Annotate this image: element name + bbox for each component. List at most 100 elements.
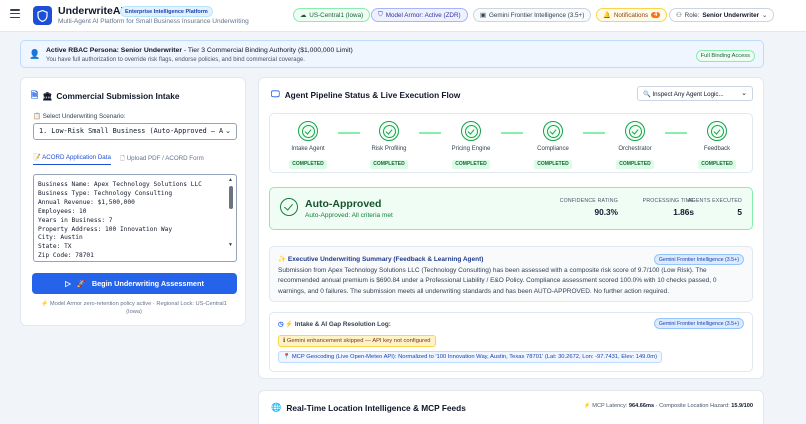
step-status: COMPLETED [289,159,327,169]
step-name: Compliance [537,146,569,152]
check-circle-icon [461,121,481,141]
clock-icon: ◷ [278,321,284,328]
bell-icon: 🔔 [603,12,611,19]
pipeline-card: 🖵 Agent Pipeline Status & Live Execution… [258,77,764,379]
tab-upload-label: Upload PDF / ACORD Form [126,155,204,162]
model-armor-footnote: ⚡ Model Armor zero-retention policy acti… [33,300,235,316]
bolt-icon: ⚡ [41,301,49,307]
banner-title-rest: - Tier 3 Commercial Binding Authority ($… [181,47,353,54]
sparkle-icon: ✨ [278,256,287,263]
summary-title: ✨ Executive Underwriting Summary (Feedba… [278,255,483,263]
summary-title-text: Executive Underwriting Summary (Feedback… [287,256,484,263]
tab-upload-pdf[interactable]: 🗋 Upload PDF / ACORD Form [120,153,204,164]
step-status: COMPLETED [616,159,654,169]
building-icon: 🏛 [42,91,53,101]
pipeline-step-pricing[interactable]: Pricing Engine COMPLETED [441,121,501,170]
app-subtitle: Multi-Agent AI Platform for Small Busine… [58,18,249,25]
acord-data-lines: Business Name: Apex Technology Solutions… [38,181,202,261]
pipeline-step-feedback[interactable]: Feedback COMPLETED [687,121,747,170]
scroll-down-arrow-icon[interactable]: ▼ [228,242,233,248]
confidence-value: 90.3% [594,207,618,217]
pin-icon: 📍 [283,354,291,360]
globe-icon: 🌐 [271,402,282,412]
region-pill: ☁ US-Central1 (Iowa) [293,8,371,22]
clipboard-icon: 📋 [33,113,41,120]
acord-data-textarea[interactable]: Business Name: Apex Technology Solutions… [33,174,237,262]
step-status: COMPLETED [370,159,408,169]
step-name: Risk Profiling [371,146,407,152]
processing-time-label: PROCESSING TIME [642,198,694,204]
log-title-text: Intake & AI Gap Resolution Log: [294,321,391,328]
chevron-down-icon: ⌄ [762,11,768,19]
pipeline-step-risk[interactable]: Risk Profiling COMPLETED [359,121,419,170]
decision-title: Auto-Approved [305,198,382,210]
scenario-select[interactable]: 1. Low-Risk Small Business (Auto-Approve… [33,123,237,140]
agent-pipeline: Intake Agent COMPLETED Risk Profiling CO… [269,113,753,173]
latency-value: 964.66ms [628,403,655,409]
summary-body: Submission from Apex Technology Solution… [278,267,717,295]
summary-model-badge: Gemini Frontier Intelligence (3.5+) [653,254,744,265]
notifications-label: Notifications [613,11,649,19]
step-connector [583,132,605,134]
inspect-agent-label: Inspect Any Agent Logic... [652,91,724,98]
scroll-up-arrow-icon[interactable]: ▲ [228,177,233,183]
tab-acord-data[interactable]: 📝 ACORD Application Data [33,153,111,165]
pipeline-step-compliance[interactable]: Compliance COMPLETED [523,121,583,170]
step-name: Pricing Engine [451,146,491,152]
banner-title-bold: Active RBAC Persona: Senior Underwriter [46,47,182,54]
form-line: Property Address: 100 Innovation Way [38,225,173,233]
chevron-down-icon: ⌄ [741,90,747,97]
role-value: Senior Underwriter [702,11,760,19]
location-title: 🌐 Real-Time Location Intelligence & MCP … [271,402,466,413]
check-circle-icon [625,121,645,141]
form-line: Employees: 10 [38,207,87,215]
pipeline-title: 🖵 Agent Pipeline Status & Live Execution… [271,89,460,100]
chevron-down-icon: ⌄ [225,128,231,135]
check-circle-icon [543,121,563,141]
inspect-agent-select[interactable]: 🔍 Inspect Any Agent Logic... ⌄ [637,86,753,101]
rocket-icon: 🚀 [76,279,86,288]
check-circle-icon [707,121,727,141]
processing-time-metric: PROCESSING TIME 1.86s [643,198,694,217]
notifications-button[interactable]: 🔔 Notifications 4 [596,8,668,22]
decision-banner: Auto-Approved Auto-Approved: All criteri… [269,187,753,230]
step-status: COMPLETED [698,159,736,169]
menu-icon[interactable] [10,9,20,18]
form-line: Business Type: Technology Consulting [38,189,173,197]
agents-executed-value: 5 [737,207,742,217]
chip-icon: ▣ [480,11,486,19]
agents-executed-metric: AGENTS EXECUTED 5 [688,198,742,217]
executive-summary: ✨ Executive Underwriting Summary (Feedba… [269,246,753,302]
step-name: Feedback [703,146,731,152]
form-line: City: Austin [38,234,83,242]
submission-intake-card: 🗎 🏛 Commercial Submission Intake 📋 Selec… [20,77,246,326]
binding-access-badge: Full Binding Access [695,50,755,62]
document-icon: 🗎 [31,90,39,100]
role-selector[interactable]: ⚇ Role: Senior Underwriter ⌄ [669,8,775,22]
bolt-icon: ⚡ [583,403,591,409]
log-mcp-text: MCP Geocoding (Live Open-Meteo API): Nor… [291,354,658,360]
pipeline-step-intake[interactable]: Intake Agent COMPLETED [278,121,338,170]
hazard-label: · Composite Location Hazard: [655,403,730,409]
location-title-text: Real-Time Location Intelligence & MCP Fe… [286,402,466,413]
rbac-banner: 👤 Active RBAC Persona: Senior Underwrite… [20,40,764,68]
form-line: Business Name: Apex Technology Solutions… [38,181,202,188]
processing-time-value: 1.86s [673,207,694,217]
begin-underwriting-button[interactable]: ▷ 🚀 Begin Underwriting Assessment [32,273,237,294]
notifications-count: 4 [651,12,661,18]
platform-badge: Enterprise Intelligence Platform [120,6,213,17]
textarea-scrollbar[interactable]: ▲ ▼ [228,177,234,259]
log-title: ◷ ⚡ Intake & AI Gap Resolution Log: [278,320,391,328]
scrollbar-thumb[interactable] [229,186,233,209]
check-circle-icon [280,198,298,216]
gap-resolution-log: ◷ ⚡ Intake & AI Gap Resolution Log: Gemi… [269,312,753,372]
upload-icon: 🗋 [120,155,125,162]
form-line: Zip Code: 78701 [38,252,94,260]
log-model-badge: Gemini Frontier Intelligence (3.5+) [653,318,744,329]
user-icon: ⚇ [676,11,682,19]
pipeline-step-orchestrator[interactable]: Orchestrator COMPLETED [605,121,665,170]
latency-label: MCP Latency: [592,403,628,409]
scenario-label-text: Select Underwriting Scenario: [42,113,126,120]
step-connector [665,132,687,134]
confidence-metric: CONFIDENCE RATING 90.3% [560,198,618,217]
